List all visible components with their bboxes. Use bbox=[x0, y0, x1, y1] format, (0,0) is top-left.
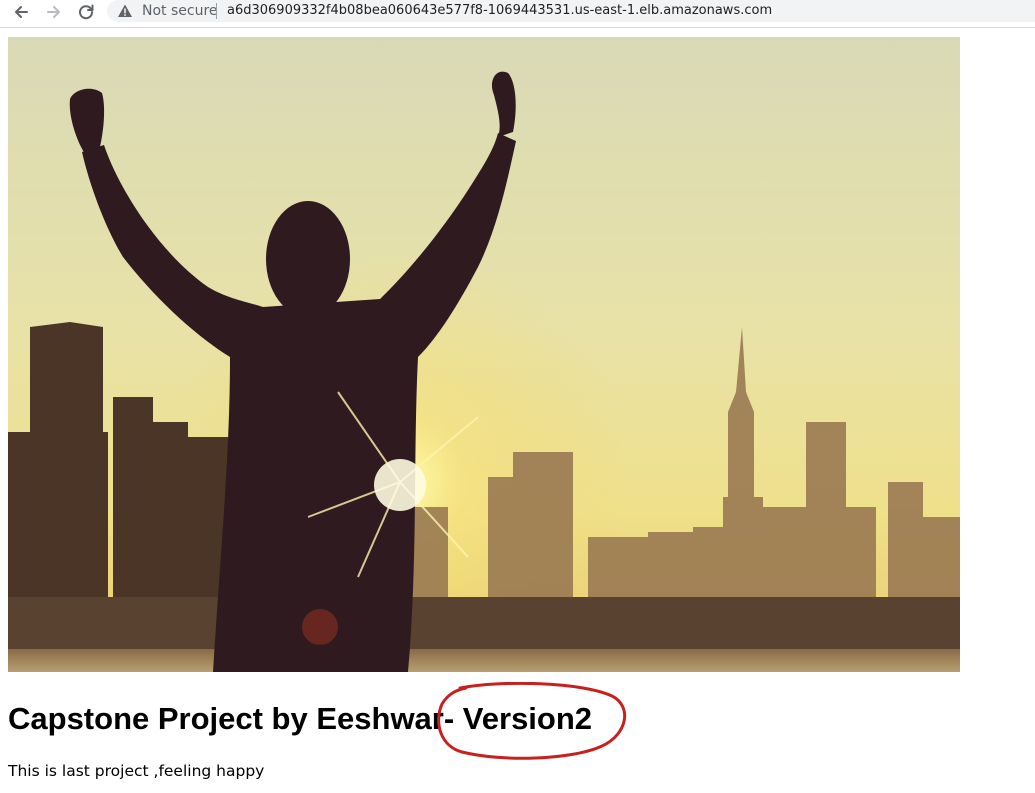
arrow-left-icon bbox=[15, 6, 28, 18]
reload-icon bbox=[79, 4, 94, 20]
url-text[interactable]: a6d306909332f4b08bea060643e577f8-1069443… bbox=[227, 2, 772, 20]
arrow-right-icon bbox=[47, 6, 60, 18]
page-paragraph: This is last project ,feeling happy bbox=[8, 762, 265, 780]
address-bar[interactable]: Not secure a6d306909332f4b08bea060643e57… bbox=[107, 0, 1035, 22]
reload-button[interactable] bbox=[74, 2, 98, 22]
address-divider bbox=[216, 3, 217, 19]
browser-toolbar: Not secure a6d306909332f4b08bea060643e57… bbox=[0, 0, 1035, 28]
back-button[interactable] bbox=[9, 2, 33, 22]
warning-triangle-icon[interactable] bbox=[117, 3, 133, 19]
security-status[interactable]: Not secure bbox=[142, 2, 218, 20]
forward-button[interactable] bbox=[42, 2, 66, 22]
hero-image bbox=[8, 37, 960, 672]
page-title: Capstone Project by Eeshwar- Version2 bbox=[8, 701, 593, 736]
